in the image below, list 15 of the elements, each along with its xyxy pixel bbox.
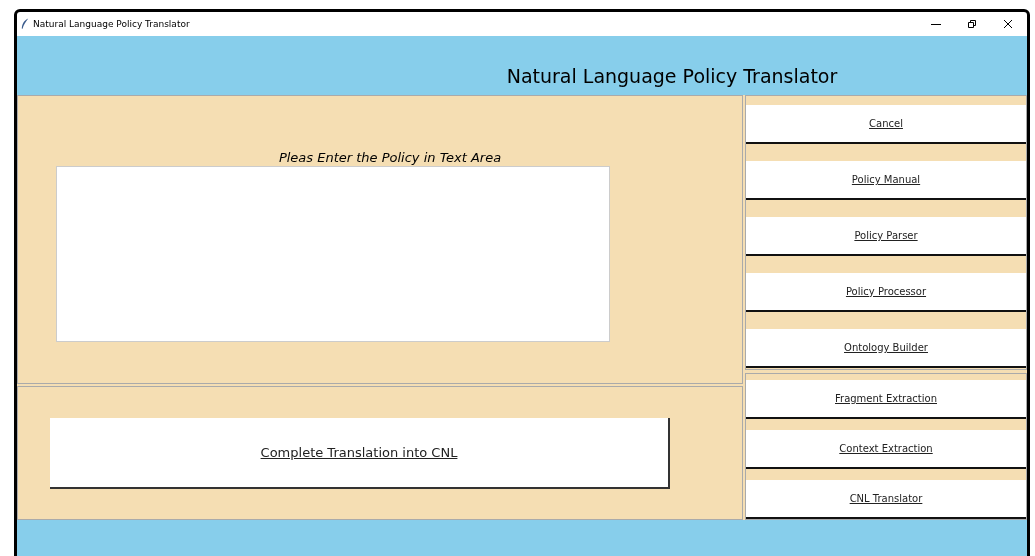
side-button[interactable]: Policy Processor: [746, 273, 1026, 312]
input-label: Pleas Enter the Policy in Text Area: [278, 150, 502, 165]
close-icon[interactable]: [1003, 19, 1013, 29]
side-button[interactable]: Policy Manual: [746, 161, 1026, 200]
translate-button[interactable]: Complete Translation into CNL: [50, 417, 670, 489]
side-button[interactable]: Fragment Extraction: [746, 380, 1026, 419]
window-title: Natural Language Policy Translator: [33, 19, 190, 29]
side-button[interactable]: Context Extraction: [746, 430, 1026, 469]
header-title: Natural Language Policy Translator: [506, 65, 838, 87]
side-button[interactable]: CNL Translator: [746, 480, 1026, 519]
feather-icon: [21, 18, 29, 30]
side-button[interactable]: Policy Parser: [746, 217, 1026, 256]
restore-icon[interactable]: [967, 19, 977, 29]
side-button[interactable]: Ontology Builder: [746, 329, 1026, 368]
side-button[interactable]: Cancel: [746, 105, 1026, 144]
